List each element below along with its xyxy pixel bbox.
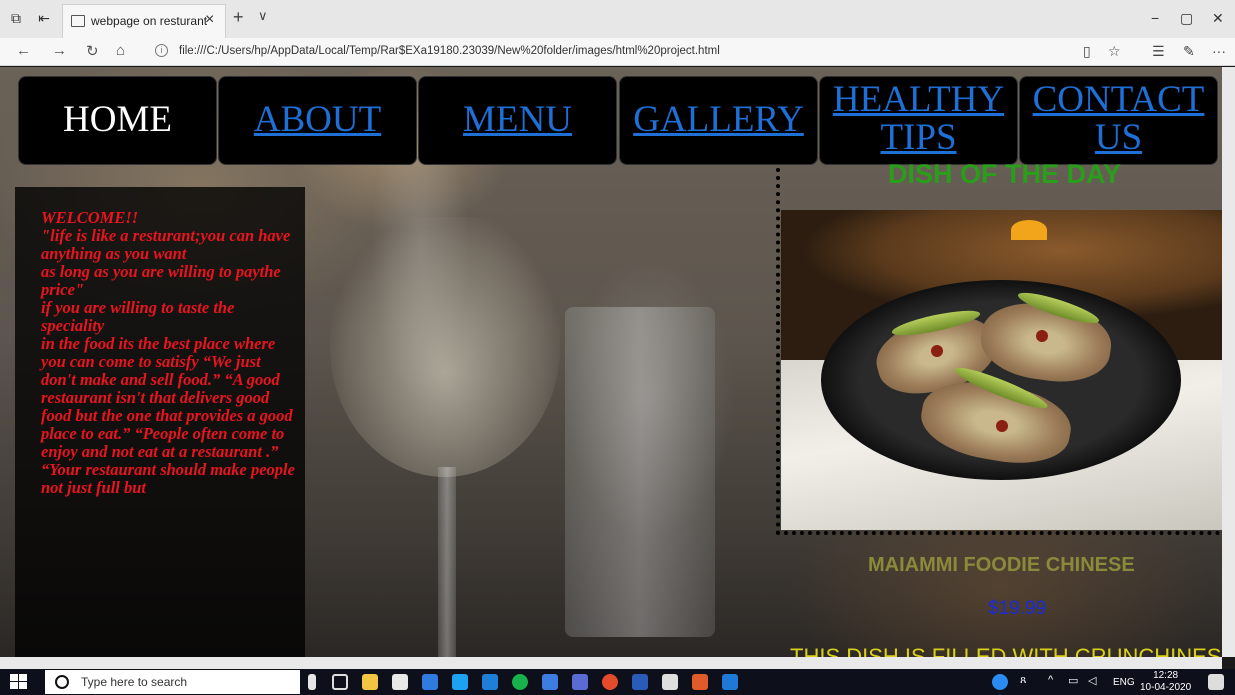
people-icon[interactable]: ጸ <box>1020 674 1036 690</box>
nav-menu-label: MENU <box>463 99 572 140</box>
dish-price: $19.99 <box>988 598 1047 619</box>
reading-view-icon[interactable]: ▯ <box>1083 43 1091 60</box>
nav-home-label: HOME <box>63 99 172 140</box>
tab-menu-chevron-icon[interactable]: ∨ <box>258 8 268 24</box>
grid-app-icon[interactable] <box>692 674 708 690</box>
store-icon[interactable] <box>392 674 408 690</box>
search-placeholder: Type here to search <box>81 675 188 689</box>
tab-actions-icon[interactable]: ⧉ <box>8 10 24 26</box>
photos-icon[interactable] <box>572 674 588 690</box>
home-button[interactable]: ⌂ <box>116 42 125 59</box>
nav-healthy-tips[interactable]: HEALTHY TIPS <box>819 76 1018 165</box>
vscode-icon[interactable] <box>452 674 468 690</box>
nav-healthy-tips-label: HEALTHY TIPS <box>832 79 1005 158</box>
maximize-button[interactable]: ▢ <box>1180 10 1193 27</box>
search-icon <box>55 675 69 689</box>
app-icon[interactable] <box>542 674 558 690</box>
back-button[interactable]: ← <box>16 42 31 59</box>
close-window-button[interactable]: ✕ <box>1212 10 1224 27</box>
url-field[interactable]: i file:///C:/Users/hp/AppData/Local/Temp… <box>155 42 1075 62</box>
background-wine-glass <box>330 217 560 477</box>
volume-icon[interactable]: ◁ <box>1088 674 1104 690</box>
circle-app-icon[interactable] <box>512 674 528 690</box>
tomato <box>996 420 1008 432</box>
dropbox-icon[interactable] <box>422 674 438 690</box>
dish-description: THIS DISH IS FILLED WITH CRUNCHINESS <box>790 644 1222 657</box>
webpage: HOME ABOUT MENU GALLERY HEALTHY TIPS CON… <box>0 67 1222 657</box>
nav-gallery-label: GALLERY <box>633 99 804 140</box>
close-tab-icon[interactable]: × <box>205 11 214 29</box>
dish-of-the-day-title: DISH OF THE DAY <box>888 159 1122 189</box>
tab-bar: ⧉ ⇤ webpage on resturant × + ∨ − ▢ ✕ <box>0 0 1235 38</box>
tomato <box>1036 330 1048 342</box>
tomato <box>931 345 943 357</box>
background-tumbler <box>565 307 715 637</box>
task-view-icon[interactable] <box>332 674 348 690</box>
battery-icon[interactable]: ▭ <box>1068 674 1084 690</box>
horizontal-scrollbar[interactable] <box>0 657 1222 669</box>
taskbar-search-input[interactable]: Type here to search <box>45 670 300 694</box>
forward-button[interactable]: → <box>52 42 67 59</box>
url-text: file:///C:/Users/hp/AppData/Local/Temp/R… <box>179 45 720 57</box>
pen-icon[interactable]: ✎ <box>1183 43 1195 60</box>
nav-menu[interactable]: MENU <box>418 76 617 165</box>
browser-tab[interactable]: webpage on resturant × <box>62 4 226 38</box>
edge-icon[interactable] <box>722 674 738 690</box>
favorites-list-icon[interactable]: ☰ <box>1152 43 1165 60</box>
clock[interactable]: 12:28 10-04-2020 <box>1140 670 1191 694</box>
tabs-aside-icon[interactable]: ⇤ <box>36 10 52 26</box>
time: 12:28 <box>1153 670 1179 681</box>
page-icon <box>71 15 85 27</box>
background-glass-stem <box>438 467 456 657</box>
nav-home[interactable]: HOME <box>18 76 217 165</box>
new-tab-button[interactable]: + <box>233 7 244 28</box>
nav-contact-us[interactable]: CONTACT US <box>1019 76 1218 165</box>
image-app-icon[interactable] <box>662 674 678 690</box>
dish-image <box>781 210 1222 530</box>
windows-start-icon[interactable] <box>10 674 28 690</box>
vertical-scrollbar[interactable] <box>1222 67 1235 657</box>
nav-gallery[interactable]: GALLERY <box>619 76 818 165</box>
nav-about-label: ABOUT <box>253 99 382 140</box>
chrome-icon[interactable] <box>602 674 618 690</box>
info-icon[interactable]: i <box>155 44 168 57</box>
dish-name: MAIAMMI FOODIE CHINESE <box>868 554 1135 576</box>
orange-garnish <box>1011 220 1047 240</box>
more-icon[interactable]: ··· <box>1212 43 1226 59</box>
file-explorer-icon[interactable] <box>362 674 378 690</box>
welcome-panel: WELCOME!! "life is like a resturant;you … <box>15 187 305 657</box>
date: 10-04-2020 <box>1140 682 1192 693</box>
welcome-quote: WELCOME!! "life is like a resturant;you … <box>41 208 295 497</box>
refresh-button[interactable]: ↻ <box>86 42 99 60</box>
favorite-star-icon[interactable]: ☆ <box>1108 43 1121 60</box>
address-bar: ← → ↻ ⌂ i file:///C:/Users/hp/AppData/Lo… <box>0 38 1235 66</box>
chevron-up-icon[interactable]: ^ <box>1048 674 1064 690</box>
notification-icon[interactable] <box>1208 674 1224 690</box>
microphone-icon[interactable] <box>308 674 316 690</box>
word-icon[interactable] <box>632 674 648 690</box>
nav-about[interactable]: ABOUT <box>218 76 417 165</box>
mail-icon[interactable] <box>482 674 498 690</box>
taskbar: Type here to search ጸ ^ ▭ ◁ ENG 12:28 10… <box>0 669 1235 695</box>
tab-title: webpage on resturant <box>91 14 208 28</box>
help-icon[interactable] <box>992 674 1008 690</box>
minimize-button[interactable]: − <box>1151 10 1159 26</box>
nav-contact-us-label: CONTACT US <box>1032 79 1205 158</box>
language-indicator[interactable]: ENG <box>1113 677 1135 688</box>
